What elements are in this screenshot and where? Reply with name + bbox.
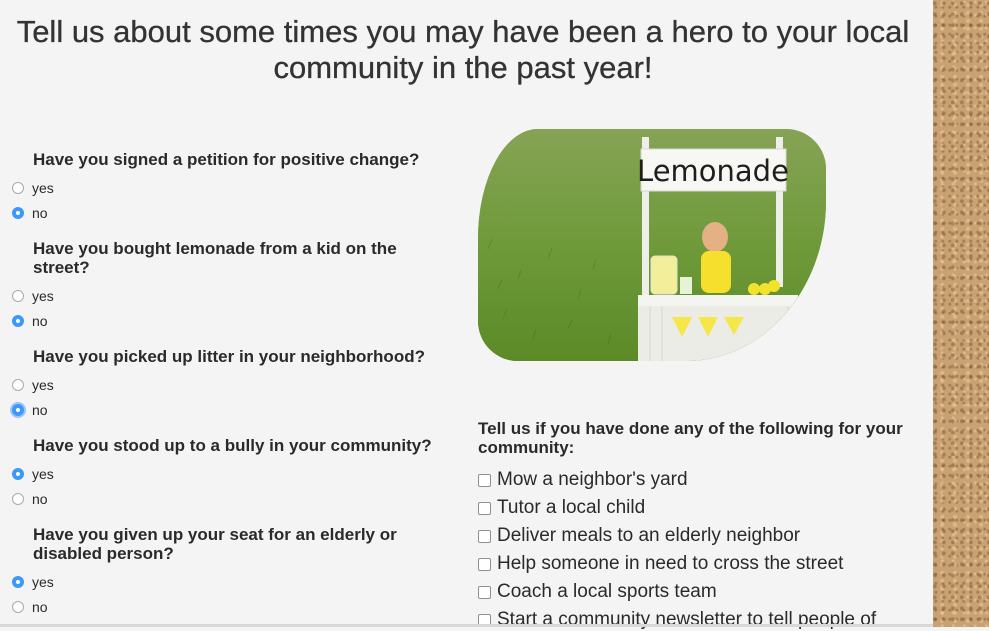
radio-seat-yes[interactable]: yes	[12, 574, 54, 590]
checkbox[interactable]	[478, 557, 491, 571]
radio-button[interactable]	[12, 576, 24, 588]
radio-petition-yes[interactable]: yes	[12, 180, 54, 196]
checkbox[interactable]	[478, 501, 491, 515]
radio-lemonade-no[interactable]: no	[12, 313, 48, 329]
radio-petition-no[interactable]: no	[12, 205, 48, 221]
radio-seat-no[interactable]: no	[12, 599, 48, 615]
page-title: Tell us about some times you may have be…	[16, 14, 910, 85]
checkbox-label: Start a community newsletter to tell peo…	[497, 609, 877, 630]
checkbox-mow-yard[interactable]: Mow a neighbor's yard	[478, 469, 688, 491]
radio-label: no	[32, 599, 48, 615]
checkbox-newsletter[interactable]: Start a community newsletter to tell peo…	[478, 609, 876, 631]
radio-label: no	[32, 205, 48, 221]
checkbox-label: Coach a local sports team	[497, 581, 717, 602]
radio-label: no	[32, 491, 48, 507]
checkbox-label: Deliver meals to an elderly neighbor	[497, 525, 801, 546]
checkbox-coach-team[interactable]: Coach a local sports team	[478, 581, 717, 603]
lemonade-stand-illustration: Lemonade	[478, 129, 826, 361]
radio-lemonade-yes[interactable]: yes	[12, 288, 54, 304]
question-bully: Have you stood up to a bully in your com…	[33, 436, 432, 455]
checkbox-cross-street[interactable]: Help someone in need to cross the street	[478, 553, 843, 575]
radio-bully-yes[interactable]: yes	[12, 466, 54, 482]
checkbox[interactable]	[478, 585, 491, 599]
radio-button[interactable]	[12, 182, 24, 194]
radio-label: yes	[32, 180, 54, 196]
radio-label: no	[32, 313, 48, 329]
radio-label: yes	[32, 288, 54, 304]
radio-button[interactable]	[12, 601, 24, 613]
radio-button[interactable]	[12, 404, 24, 416]
checklist-heading: Tell us if you have done any of the foll…	[478, 419, 903, 457]
lemonade-stand-image: Lemonade	[478, 129, 826, 361]
radio-button[interactable]	[12, 207, 24, 219]
radio-button[interactable]	[12, 468, 24, 480]
radio-button[interactable]	[12, 290, 24, 302]
radio-label: no	[32, 402, 48, 418]
radio-label: yes	[32, 377, 54, 393]
survey-page: Tell us about some times you may have be…	[0, 0, 933, 630]
checkbox-label: Help someone in need to cross the street	[497, 553, 844, 574]
radio-button[interactable]	[12, 379, 24, 391]
question-petition: Have you signed a petition for positive …	[33, 150, 420, 169]
checkbox[interactable]	[478, 529, 491, 543]
checkbox[interactable]	[478, 473, 491, 487]
radio-button[interactable]	[12, 493, 24, 505]
checkbox-label: Mow a neighbor's yard	[497, 469, 688, 490]
radio-litter-yes[interactable]: yes	[12, 377, 54, 393]
radio-label: yes	[32, 574, 54, 590]
corkboard-background	[933, 0, 989, 627]
radio-litter-no[interactable]: no	[12, 402, 48, 418]
checkbox-tutor[interactable]: Tutor a local child	[478, 497, 645, 519]
sign-text: Lemonade	[637, 154, 789, 188]
question-lemonade: Have you bought lemonade from a kid on t…	[33, 239, 397, 277]
checkbox-label: Tutor a local child	[497, 497, 646, 518]
radio-button[interactable]	[12, 315, 24, 327]
radio-bully-no[interactable]: no	[12, 491, 48, 507]
question-seat: Have you given up your seat for an elder…	[33, 525, 397, 563]
radio-label: yes	[32, 466, 54, 482]
question-litter: Have you picked up litter in your neighb…	[33, 347, 425, 366]
checkbox-deliver-meals[interactable]: Deliver meals to an elderly neighbor	[478, 525, 800, 547]
